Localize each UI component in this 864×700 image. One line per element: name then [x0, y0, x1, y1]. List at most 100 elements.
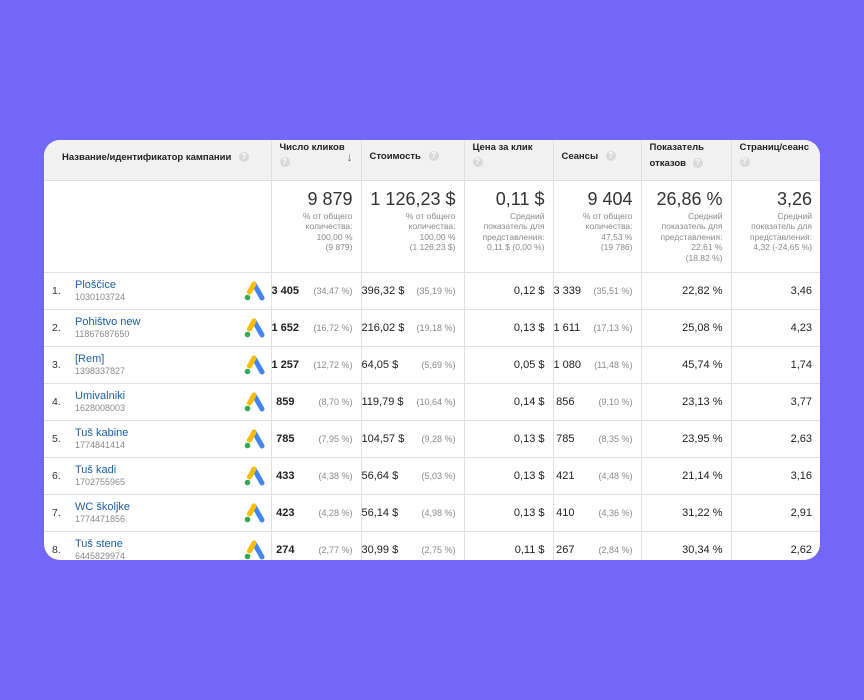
bounce-rate-value: 23,13 % — [682, 395, 723, 408]
help-icon[interactable]: ? — [279, 157, 290, 168]
clicks-value: 433 — [276, 469, 295, 482]
google-ads-icon[interactable] — [243, 355, 265, 375]
google-ads-icon[interactable] — [243, 318, 265, 338]
campaign-id: 1774471856 — [75, 513, 126, 524]
row-index: 8. — [52, 543, 61, 556]
help-icon[interactable]: ? — [605, 151, 616, 162]
clicks-percent: (2,77 %) — [318, 544, 353, 555]
totals-row: 9 879 % от общего количества: 100,00 % (… — [44, 179, 820, 273]
pages-per-session-value: 2,62 — [790, 543, 812, 556]
cpc-value: 0,13 $ — [513, 321, 545, 334]
campaign-name-link[interactable]: [Rem] — [75, 353, 104, 365]
clicks-cell: 859 (8,70 %) — [270, 382, 362, 421]
sessions-cell: 421 (4,48 %) — [552, 456, 642, 495]
table-row[interactable]: 5. Tuš kabine 1774841414 785 (7,95 %) 104,57 … — [44, 419, 820, 458]
cpc-cell: 0,13 $ — [463, 419, 554, 458]
header-bounce-label-line2: отказов — [649, 158, 687, 169]
clicks-cell: 433 (4,38 %) — [270, 456, 362, 495]
campaign-name-link[interactable]: Umivalniki — [75, 390, 125, 402]
clicks-percent: (8,70 %) — [318, 396, 353, 407]
google-ads-icon[interactable] — [243, 392, 265, 412]
help-icon[interactable]: ? — [428, 151, 439, 162]
sessions-value: 3 339 — [553, 284, 582, 297]
campaign-name-link[interactable]: Tuš kadi — [75, 464, 116, 476]
campaign-cell: 8. Tuš stene 6445829974 — [44, 530, 272, 560]
google-ads-icon[interactable] — [243, 466, 265, 486]
totals-pages-per-session: 3,26 Средний показатель для представлени… — [730, 179, 820, 273]
google-ads-icon[interactable] — [243, 429, 265, 449]
cost-value: 119,79 $ — [361, 395, 404, 408]
sessions-value: 1 080 — [553, 358, 582, 371]
pages-per-session-value: 3,16 — [790, 469, 812, 482]
sessions-cell: 267 (2,84 %) — [552, 530, 642, 560]
sessions-value: 421 — [556, 469, 575, 482]
google-ads-icon[interactable] — [243, 540, 265, 560]
sessions-value: 785 — [556, 432, 575, 445]
google-ads-icon[interactable] — [243, 281, 265, 301]
bounce-rate-cell: 31,22 % — [640, 493, 732, 532]
header-sessions[interactable]: Сеансы ? — [552, 140, 642, 181]
table-row[interactable]: 1. Ploščice 1030103724 3 405 (34,47 %) 396,32… — [44, 271, 820, 310]
sessions-cell: 410 (4,36 %) — [552, 493, 642, 532]
table-header-row: Название/идентификатор кампании ? Число … — [44, 140, 820, 181]
campaign-report-table-card: Название/идентификатор кампании ? Число … — [44, 140, 820, 560]
cost-percent: (4,98 %) — [421, 507, 456, 518]
table-row[interactable]: 3. [Rem] 1398337827 1 257 (12,72 %) 64,05 $ (5… — [44, 345, 820, 384]
header-clicks[interactable]: Число кликов ? ↓ — [270, 140, 362, 181]
campaign-id: 11867687650 — [75, 328, 130, 339]
campaign-name-link[interactable]: WC školjke — [75, 501, 130, 513]
campaign-cell: 5. Tuš kabine 1774841414 — [44, 419, 272, 458]
table-row[interactable]: 7. WC školjke 1774471856 423 (4,28 %) 56,14 $… — [44, 493, 820, 532]
pages-per-session-cell: 2,62 — [730, 530, 820, 560]
cpc-value: 0,11 $ — [514, 543, 545, 556]
table-row[interactable]: 4. Umivalniki 1628008003 859 (8,70 %) 119,79 … — [44, 382, 820, 421]
cost-percent: (35,19 %) — [416, 285, 456, 296]
google-ads-icon[interactable] — [243, 503, 265, 523]
help-icon[interactable]: ? — [238, 152, 249, 163]
campaign-id: 1030103724 — [75, 291, 126, 302]
cost-cell: 216,02 $ (19,18 %) — [360, 308, 465, 347]
campaign-name-link[interactable]: Pohištvo new — [75, 316, 140, 328]
header-campaign[interactable]: Название/идентификатор кампании ? — [44, 140, 272, 181]
header-cpc[interactable]: Цена за клик ? — [463, 140, 554, 181]
sessions-percent: (4,36 %) — [598, 507, 633, 518]
campaign-cell: 6. Tuš kadi 1702755965 — [44, 456, 272, 495]
table-row[interactable]: 6. Tuš kadi 1702755965 433 (4,38 %) 56,64 $ (5… — [44, 456, 820, 495]
campaign-id: 1628008003 — [75, 402, 126, 413]
help-icon[interactable]: ? — [692, 158, 703, 169]
header-bounce-rate[interactable]: Показатель отказов ? — [640, 140, 732, 181]
header-cost[interactable]: Стоимость ? — [360, 140, 465, 181]
header-pages-per-session[interactable]: Страниц/сеанс ? — [730, 140, 820, 181]
clicks-value: 423 — [276, 506, 295, 519]
row-index: 5. — [52, 432, 61, 445]
help-icon[interactable]: ? — [472, 157, 483, 168]
table-row[interactable]: 8. Tuš stene 6445829974 274 (2,77 %) 30,99 $ (… — [44, 530, 820, 560]
campaign-name-link[interactable]: Tuš kabine — [75, 427, 128, 439]
pages-per-session-cell: 4,23 — [730, 308, 820, 347]
cpc-value: 0,13 $ — [513, 469, 545, 482]
bounce-rate-value: 21,14 % — [682, 469, 723, 482]
pages-per-session-cell: 2,91 — [730, 493, 820, 532]
totals-sessions: 9 404 % от общего количества: 47,53 % (1… — [552, 179, 642, 273]
cpc-cell: 0,13 $ — [463, 493, 554, 532]
sessions-percent: (17,13 %) — [593, 322, 633, 333]
cost-value: 216,02 $ — [361, 321, 405, 334]
pages-per-session-value: 3,77 — [790, 395, 812, 408]
cost-value: 56,64 $ — [361, 469, 399, 482]
sessions-cell: 856 (9,10 %) — [552, 382, 642, 421]
sessions-value: 856 — [556, 395, 575, 408]
cost-percent: (9,28 %) — [421, 433, 456, 444]
cpc-cell: 0,14 $ — [463, 382, 554, 421]
cost-cell: 119,79 $ (10,64 %) — [360, 382, 465, 421]
campaign-id: 1702755965 — [75, 476, 126, 487]
help-icon[interactable]: ? — [739, 157, 750, 168]
table-row[interactable]: 2. Pohištvo new 11867687650 1 652 (16,72 %) 2… — [44, 308, 820, 347]
sort-descending-icon[interactable]: ↓ — [347, 150, 353, 164]
row-index: 6. — [52, 469, 61, 482]
row-index: 3. — [52, 358, 61, 371]
pages-per-session-value: 2,63 — [790, 432, 812, 445]
cpc-cell: 0,11 $ — [463, 530, 554, 560]
campaign-name-link[interactable]: Ploščice — [75, 279, 116, 291]
clicks-cell: 785 (7,95 %) — [270, 419, 362, 458]
campaign-name-link[interactable]: Tuš stene — [75, 538, 123, 550]
